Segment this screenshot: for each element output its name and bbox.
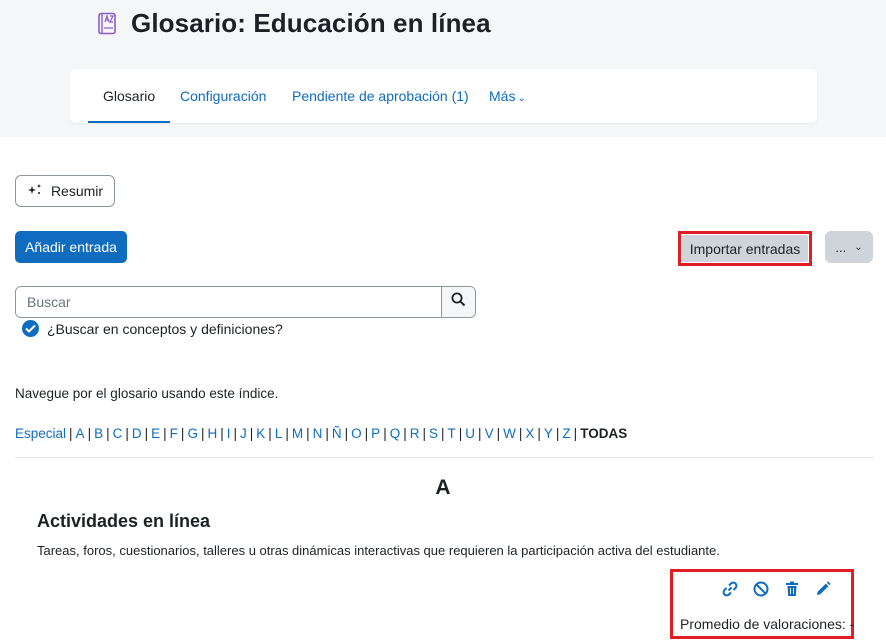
index-letter[interactable]: D bbox=[132, 426, 142, 441]
letter-heading: A bbox=[435, 476, 451, 499]
index-letter[interactable]: U bbox=[465, 426, 475, 441]
tab-pendiente-aprobacion[interactable]: Pendiente de aprobación (1) bbox=[292, 69, 469, 123]
page-title: Glosario: Educación en línea bbox=[131, 8, 491, 38]
full-search-checkbox[interactable] bbox=[22, 320, 39, 337]
secondary-navigation: Glosario Configuración Pendiente de apro… bbox=[70, 69, 817, 123]
edit-icon[interactable] bbox=[814, 580, 832, 598]
index-letter[interactable]: Y bbox=[544, 426, 553, 441]
more-actions-button[interactable]: ... ⌄ bbox=[825, 231, 873, 263]
alphabet-index: Especial | A | B | C | D | E | F | G | H | I | J | K | L | M | N | Ñ | O… bbox=[15, 426, 628, 441]
index-letter[interactable]: O bbox=[351, 426, 362, 441]
index-letter[interactable]: W bbox=[503, 426, 516, 441]
index-letter[interactable]: H bbox=[207, 426, 217, 441]
more-actions-label: ... bbox=[835, 239, 847, 255]
full-search-label: ¿Buscar en conceptos y definiciones? bbox=[47, 320, 283, 337]
index-letter[interactable]: A bbox=[76, 426, 85, 441]
chevron-down-icon: ⌄ bbox=[517, 93, 526, 104]
search-icon bbox=[451, 292, 466, 312]
index-letter[interactable]: N bbox=[313, 426, 323, 441]
index-letter[interactable]: K bbox=[256, 426, 265, 441]
tab-mas-label: Más bbox=[489, 88, 516, 104]
index-letter[interactable]: J bbox=[240, 426, 247, 441]
tab-configuracion[interactable]: Configuración bbox=[180, 69, 266, 123]
index-letter[interactable]: Q bbox=[390, 426, 401, 441]
add-entry-button[interactable]: Añadir entrada bbox=[15, 231, 127, 263]
index-letter[interactable]: C bbox=[113, 426, 123, 441]
glossary-book-icon bbox=[97, 12, 117, 36]
index-special[interactable]: Especial bbox=[15, 426, 66, 441]
search-input[interactable] bbox=[16, 287, 441, 317]
index-all: TODAS bbox=[580, 426, 628, 441]
index-letter[interactable]: M bbox=[292, 426, 303, 441]
index-letter[interactable]: F bbox=[170, 426, 178, 441]
link-icon[interactable] bbox=[721, 580, 739, 598]
index-letter[interactable]: Z bbox=[562, 426, 570, 441]
index-letter[interactable]: Ñ bbox=[332, 426, 342, 441]
index-letter[interactable]: B bbox=[94, 426, 103, 441]
chevron-down-icon: ⌄ bbox=[854, 241, 863, 253]
summarize-label: Resumir bbox=[50, 183, 104, 199]
title-row: Glosario: Educación en línea bbox=[97, 8, 491, 39]
entry-definition: Tareas, foros, cuestionarios, talleres u… bbox=[37, 543, 720, 558]
divider bbox=[15, 457, 874, 458]
entry-concept: Actividades en línea bbox=[37, 511, 211, 531]
block-icon[interactable] bbox=[752, 580, 770, 598]
tab-mas[interactable]: Más ⌄ bbox=[489, 69, 526, 123]
index-letter[interactable]: E bbox=[151, 426, 160, 441]
full-search-option[interactable]: ¿Buscar en conceptos y definiciones? bbox=[22, 320, 283, 337]
entry-actions bbox=[721, 580, 832, 598]
tab-glosario[interactable]: Glosario bbox=[88, 69, 171, 123]
index-letter[interactable]: S bbox=[429, 426, 438, 441]
browse-hint: Navegue por el glosario usando este índi… bbox=[15, 386, 279, 401]
import-entries-button[interactable]: Importar entradas bbox=[682, 235, 808, 262]
summarize-button[interactable]: Resumir bbox=[15, 175, 115, 207]
delete-icon[interactable] bbox=[783, 580, 801, 598]
index-letter[interactable]: I bbox=[227, 426, 231, 441]
search-form bbox=[15, 286, 476, 318]
index-letter[interactable]: G bbox=[187, 426, 198, 441]
sparkle-icon bbox=[27, 183, 43, 200]
index-letter[interactable]: P bbox=[371, 426, 380, 441]
index-letter[interactable]: T bbox=[448, 426, 456, 441]
index-letter[interactable]: V bbox=[485, 426, 494, 441]
search-button[interactable] bbox=[441, 287, 475, 317]
rating-average: Promedio de valoraciones: - bbox=[680, 616, 855, 632]
